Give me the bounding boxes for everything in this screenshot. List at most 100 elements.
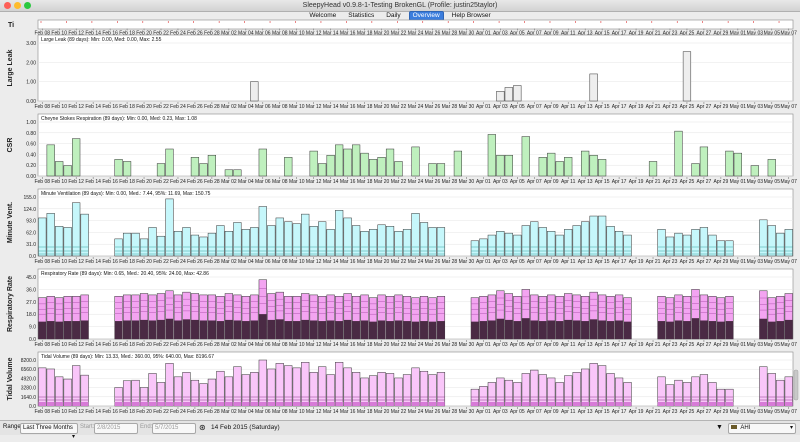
day-bar[interactable]: [504, 379, 513, 407]
day-bar[interactable]: [63, 296, 72, 340]
day-bar[interactable]: [555, 296, 564, 340]
day-bar[interactable]: [38, 297, 47, 340]
day-bar[interactable]: [674, 294, 683, 340]
reset-icon[interactable]: ⊛: [199, 423, 206, 432]
day-bar[interactable]: [352, 296, 361, 340]
day-bar[interactable]: [504, 232, 513, 257]
day-bar[interactable]: [674, 379, 683, 407]
day-bar[interactable]: [173, 376, 183, 407]
day-bar[interactable]: [428, 227, 437, 257]
day-bar[interactable]: [131, 379, 140, 407]
graph-area[interactable]: [37, 34, 794, 102]
day-bar[interactable]: [343, 148, 352, 177]
day-bar[interactable]: [521, 373, 530, 407]
graph-panel[interactable]: Respiratory Rate (89 days): Min: 0.65, M…: [7, 268, 797, 348]
day-bar[interactable]: [377, 157, 386, 177]
day-bar[interactable]: [55, 297, 64, 340]
day-bar[interactable]: [436, 296, 446, 340]
day-bar[interactable]: [173, 294, 183, 340]
day-bar[interactable]: [496, 154, 505, 177]
day-bar[interactable]: [301, 293, 310, 340]
day-bar[interactable]: [555, 161, 564, 177]
day-bar[interactable]: [114, 387, 123, 407]
day-bar[interactable]: [496, 91, 505, 102]
day-bar[interactable]: [190, 293, 200, 340]
end-date-field[interactable]: 5/7/2015: [152, 423, 196, 434]
day-bar[interactable]: [38, 217, 47, 257]
day-bar[interactable]: [682, 382, 692, 407]
day-bar[interactable]: [572, 372, 581, 407]
day-bar[interactable]: [598, 365, 607, 407]
day-bar[interactable]: [233, 169, 242, 177]
day-bar[interactable]: [114, 238, 123, 257]
day-bar[interactable]: [767, 297, 776, 340]
day-bar[interactable]: [572, 294, 581, 340]
day-bar[interactable]: [38, 367, 47, 407]
day-bar[interactable]: [436, 227, 446, 257]
day-bar[interactable]: [767, 373, 776, 407]
day-bar[interactable]: [784, 293, 793, 340]
day-bar[interactable]: [368, 375, 378, 407]
day-bar[interactable]: [776, 296, 785, 340]
day-bar[interactable]: [292, 223, 301, 257]
day-bar[interactable]: [385, 373, 395, 407]
day-bar[interactable]: [63, 378, 72, 407]
day-bar[interactable]: [479, 238, 488, 257]
day-bar[interactable]: [402, 374, 412, 407]
day-bar[interactable]: [190, 157, 200, 177]
day-bar[interactable]: [284, 296, 293, 340]
day-bar[interactable]: [453, 150, 463, 177]
day-bar[interactable]: [470, 388, 479, 407]
day-bar[interactable]: [428, 297, 437, 340]
day-bar[interactable]: [547, 152, 556, 177]
day-bar[interactable]: [665, 384, 675, 407]
day-bar[interactable]: [148, 294, 157, 340]
day-bar[interactable]: [657, 296, 666, 340]
day-bar[interactable]: [767, 159, 776, 177]
day-bar[interactable]: [598, 294, 607, 340]
day-bar[interactable]: [657, 376, 666, 407]
day-bar[interactable]: [241, 296, 250, 340]
day-bar[interactable]: [682, 51, 692, 102]
day-bar[interactable]: [318, 221, 327, 257]
day-bar[interactable]: [241, 229, 250, 257]
day-bar[interactable]: [564, 229, 573, 257]
day-bar[interactable]: [250, 294, 259, 340]
day-bar[interactable]: [131, 232, 140, 257]
day-bar[interactable]: [72, 138, 81, 177]
day-bar[interactable]: [513, 296, 522, 340]
day-bar[interactable]: [691, 229, 700, 257]
day-bar[interactable]: [63, 165, 72, 177]
day-bar[interactable]: [368, 229, 378, 257]
day-bar[interactable]: [148, 227, 157, 257]
day-bar[interactable]: [487, 382, 496, 407]
day-bar[interactable]: [419, 296, 429, 340]
day-bar[interactable]: [199, 163, 208, 177]
day-bar[interactable]: [139, 387, 149, 407]
day-bar[interactable]: [335, 361, 344, 407]
day-bar[interactable]: [284, 157, 293, 177]
day-bar[interactable]: [377, 294, 386, 340]
day-bar[interactable]: [139, 293, 149, 340]
day-bar[interactable]: [479, 296, 488, 340]
day-bar[interactable]: [224, 231, 233, 257]
day-bar[interactable]: [581, 368, 590, 407]
day-bar[interactable]: [487, 234, 496, 257]
day-bar[interactable]: [182, 227, 191, 257]
day-bar[interactable]: [72, 202, 81, 257]
day-bar[interactable]: [377, 372, 386, 407]
day-bar[interactable]: [411, 367, 420, 407]
day-bar[interactable]: [538, 374, 547, 407]
day-bar[interactable]: [513, 85, 522, 102]
day-bar[interactable]: [411, 297, 420, 340]
range-select[interactable]: Last Three Months ▾: [20, 423, 78, 440]
day-bar[interactable]: [275, 363, 284, 407]
day-bar[interactable]: [581, 296, 590, 340]
day-bar[interactable]: [309, 226, 318, 257]
day-bar[interactable]: [555, 234, 564, 257]
day-bar[interactable]: [360, 231, 369, 257]
day-bar[interactable]: [122, 380, 132, 407]
day-bar[interactable]: [156, 163, 166, 177]
day-bar[interactable]: [411, 213, 420, 257]
day-bar[interactable]: [623, 234, 632, 257]
